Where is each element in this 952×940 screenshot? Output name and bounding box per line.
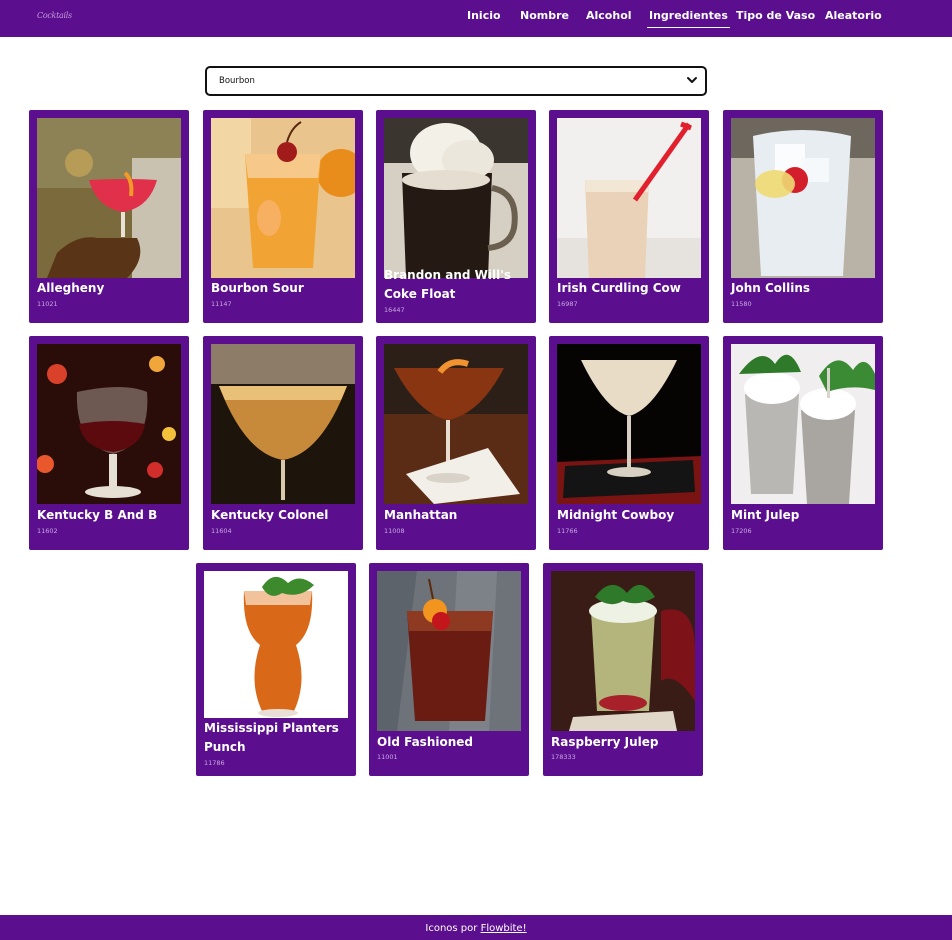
- drink-id: 11147: [211, 300, 232, 308]
- drink-name: Irish Curdling Cow: [557, 281, 681, 295]
- drink-photo: [384, 118, 528, 278]
- drink-photo: [731, 118, 875, 278]
- footer: Iconos por Flowbite!: [0, 915, 952, 940]
- drink-id: 16987: [557, 300, 578, 308]
- navbar: Cocktails Inicio Nombre Alcohol Ingredie…: [0, 0, 952, 37]
- drink-photo: [731, 344, 875, 504]
- drink-photo: [211, 118, 355, 278]
- drink-id: 11786: [204, 759, 225, 767]
- drink-name: Mint Julep: [731, 508, 800, 522]
- drink-name: Brandon and Will's Coke Float: [384, 268, 512, 301]
- drink-name: John Collins: [731, 281, 811, 295]
- ingredient-select-value: Bourbon: [219, 76, 255, 86]
- chevron-down-icon: [687, 77, 697, 83]
- drink-id: 178333: [551, 753, 576, 761]
- drink-name: Allegheny: [37, 281, 105, 295]
- drink-name: Midnight Cowboy: [557, 508, 675, 522]
- drink-card[interactable]: Midnight Cowboy 11766: [549, 336, 709, 550]
- nav-tipo-de-vaso[interactable]: Tipo de Vaso: [736, 9, 815, 29]
- ingredient-select[interactable]: Bourbon: [205, 66, 707, 96]
- footer-text: Iconos por: [425, 923, 478, 934]
- drink-name: Mississippi Planters Punch: [204, 721, 339, 754]
- drink-id: 11602: [37, 527, 58, 535]
- drink-name: Kentucky B And B: [37, 508, 158, 522]
- flowbite-link[interactable]: Flowbite!: [481, 923, 527, 934]
- drink-card[interactable]: Kentucky B And B 11602: [29, 336, 189, 550]
- drink-photo: [551, 571, 695, 731]
- drink-id: 16447: [384, 306, 405, 314]
- drink-id: 11580: [731, 300, 752, 308]
- nav-inicio[interactable]: Inicio: [467, 9, 501, 29]
- nav-alcohol[interactable]: Alcohol: [586, 9, 632, 29]
- drink-id: 11001: [377, 753, 398, 761]
- drink-card[interactable]: Mint Julep 17206: [723, 336, 883, 550]
- drink-card[interactable]: Old Fashioned 11001: [369, 563, 529, 776]
- drink-name: Manhattan: [384, 508, 458, 522]
- drink-name: Old Fashioned: [377, 735, 473, 749]
- nav-nombre[interactable]: Nombre: [520, 9, 569, 29]
- brand-logo[interactable]: Cocktails: [37, 11, 72, 20]
- drink-id: 11766: [557, 527, 578, 535]
- drink-photo: [204, 571, 348, 718]
- drink-photo: [37, 118, 181, 278]
- nav-ingredientes[interactable]: Ingredientes: [647, 9, 730, 29]
- drink-card[interactable]: Allegheny 11021: [29, 110, 189, 323]
- drink-card[interactable]: Bourbon Sour 11147: [203, 110, 363, 323]
- drink-card[interactable]: Brandon and Will's Coke Float 16447: [376, 110, 536, 323]
- drink-name: Raspberry Julep: [551, 735, 659, 749]
- drink-card[interactable]: Irish Curdling Cow 16987: [549, 110, 709, 323]
- drink-card[interactable]: Kentucky Colonel 11604: [203, 336, 363, 550]
- drink-card[interactable]: Raspberry Julep 178333: [543, 563, 703, 776]
- drink-photo: [37, 344, 181, 504]
- drink-name: Kentucky Colonel: [211, 508, 329, 522]
- nav-aleatorio[interactable]: Aleatorio: [825, 9, 882, 29]
- drink-card[interactable]: Mississippi Planters Punch 11786: [196, 563, 356, 776]
- drink-photo: [377, 571, 521, 731]
- drink-card[interactable]: John Collins 11580: [723, 110, 883, 323]
- drink-photo: [384, 344, 528, 504]
- drink-name: Bourbon Sour: [211, 281, 304, 295]
- drink-photo: [211, 344, 355, 504]
- drink-id: 17206: [731, 527, 752, 535]
- drink-id: 11021: [37, 300, 58, 308]
- drink-id: 11604: [211, 527, 232, 535]
- drink-photo: [557, 118, 701, 278]
- drink-id: 11008: [384, 527, 405, 535]
- drink-card[interactable]: Manhattan 11008: [376, 336, 536, 550]
- drink-photo: [557, 344, 701, 504]
